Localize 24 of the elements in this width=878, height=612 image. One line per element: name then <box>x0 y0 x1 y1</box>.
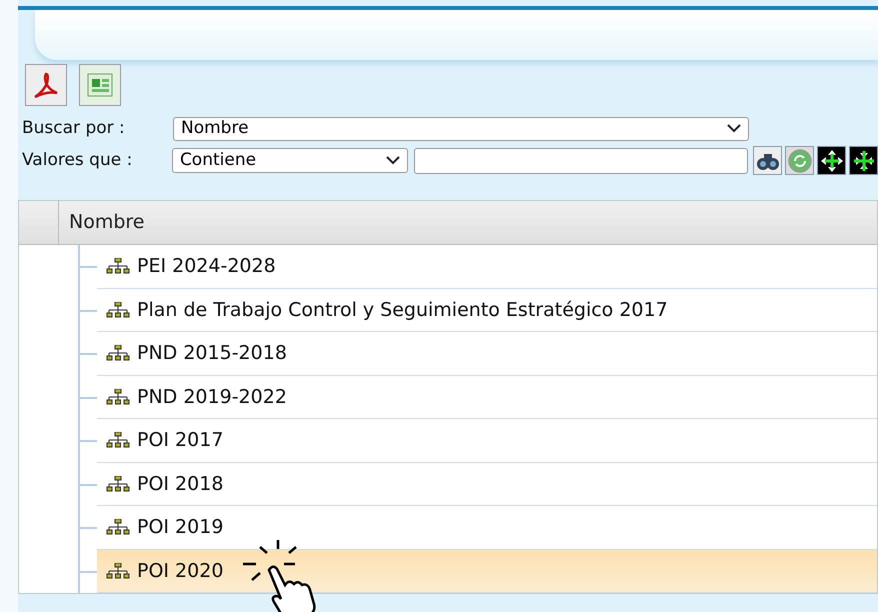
hierarchy-icon <box>106 345 130 362</box>
pdf-export-button[interactable] <box>25 64 67 106</box>
hierarchy-icon <box>106 302 130 318</box>
search-field[interactable] <box>414 148 748 174</box>
tree-row[interactable]: PND 2019-2022 <box>97 376 877 419</box>
tree-row[interactable]: Plan de Trabajo Control y Seguimiento Estratégico 2017 <box>97 288 877 332</box>
search-button[interactable] <box>753 146 782 175</box>
hierarchy-icon <box>106 562 130 579</box>
condition-dropdown[interactable]: Contiene <box>172 148 408 173</box>
hierarchy-icon <box>106 476 130 492</box>
values-label: Valores que : <box>22 148 134 172</box>
hierarchy-icon <box>106 519 130 536</box>
hierarchy-icon <box>106 258 130 274</box>
collapse-all-button[interactable] <box>849 146 878 175</box>
hierarchy-icon <box>106 432 130 448</box>
chevron-down-icon <box>386 156 400 165</box>
tree-row[interactable]: POI 2018 <box>97 462 877 506</box>
excel-export-button[interactable] <box>79 64 121 106</box>
tree-row[interactable]: POI 2020 <box>97 550 877 593</box>
hierarchy-icon <box>106 388 130 405</box>
expand-all-button[interactable] <box>817 146 846 175</box>
search-by-dropdown[interactable]: Nombre <box>173 116 749 140</box>
search-by-label: Buscar por : <box>22 116 126 140</box>
chevron-down-icon <box>727 124 741 133</box>
